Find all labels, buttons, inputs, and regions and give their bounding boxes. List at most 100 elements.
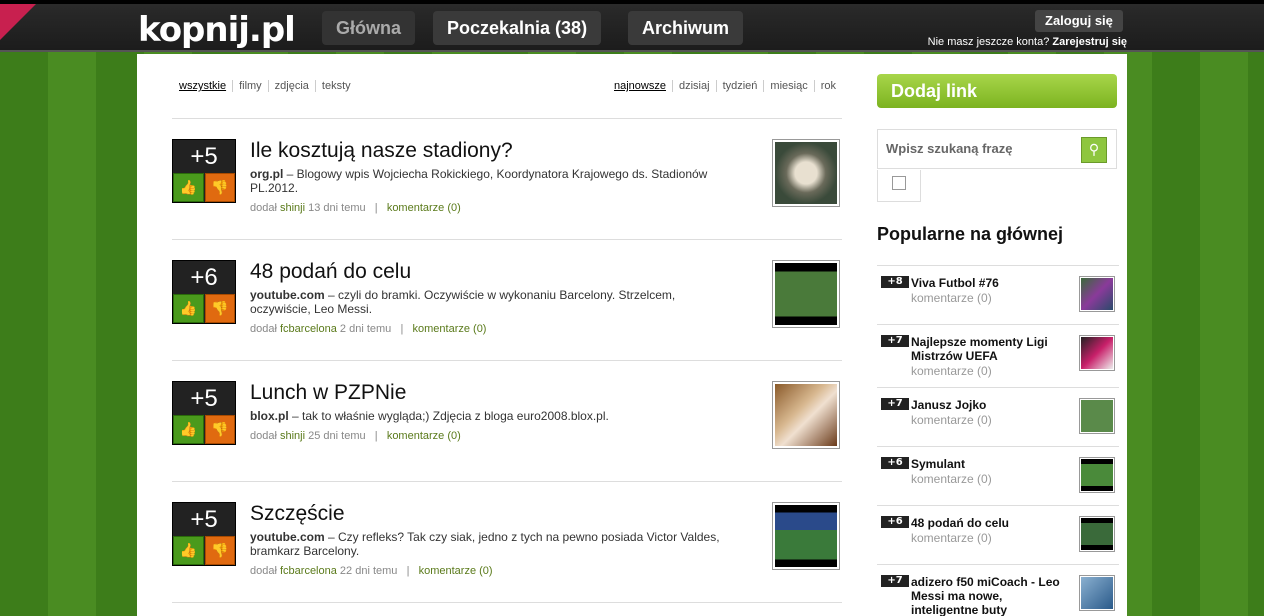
search-box: Wpisz szukaną frazę ⚲ — [877, 129, 1117, 169]
thumbs-down-icon[interactable]: 👎 — [204, 536, 235, 565]
item-thumbnail[interactable] — [772, 139, 840, 207]
vote-count: +5 — [190, 143, 218, 170]
filter-newest[interactable]: najnowsze — [614, 80, 673, 92]
popular-title[interactable]: Najlepsze momenty Ligi Mistrzów UEFA — [911, 335, 1071, 363]
list-divider — [172, 602, 842, 616]
popular-comments[interactable]: komentarze (0) — [911, 291, 992, 305]
nav-archive[interactable]: Archiwum — [628, 11, 744, 45]
item-thumbnail[interactable] — [772, 502, 840, 570]
vote-box: +5 👍 👎 — [172, 502, 236, 566]
popular-comments[interactable]: komentarze (0) — [911, 413, 992, 427]
popular-title[interactable]: Symulant — [911, 457, 1071, 471]
item-thumbnail[interactable] — [772, 260, 840, 328]
item-comments-link[interactable]: komentarze (0) — [419, 565, 493, 577]
item-desc-text: – Blogowy wpis Wojciecha Rokickiego, Koo… — [250, 167, 708, 195]
site-logo[interactable]: kopnij.pl — [138, 10, 296, 50]
item-comments-link[interactable]: komentarze (0) — [413, 323, 487, 335]
popular-score: +8 — [881, 276, 909, 288]
item-source[interactable]: youtube.com — [250, 288, 325, 302]
search-icon[interactable]: ⚲ — [1081, 137, 1107, 163]
item-user[interactable]: fcbarcelona — [280, 323, 337, 335]
filter-photos[interactable]: zdjęcia — [268, 80, 316, 92]
item-source[interactable]: blox.pl — [250, 409, 289, 423]
list-item: +5 👍 👎 Szczęście youtube.com – Czy refle… — [172, 481, 842, 602]
popular-item: +8 Viva Futbol #76 komentarze (0) — [877, 265, 1119, 324]
popular-item: +7 adizero f50 miCoach - Leo Messi ma no… — [877, 564, 1119, 616]
thumbs-up-icon[interactable]: 👍 — [173, 173, 204, 202]
corner-ribbon — [0, 4, 36, 40]
popular-score: +7 — [881, 335, 909, 347]
popular-comments[interactable]: komentarze (0) — [911, 531, 992, 545]
popular-thumbnail[interactable] — [1079, 516, 1115, 552]
thumbs-up-icon[interactable]: 👍 — [173, 294, 204, 323]
vote-count: +5 — [190, 385, 218, 412]
popular-thumbnail[interactable] — [1079, 457, 1115, 493]
item-title[interactable]: Lunch w PZPNie — [250, 381, 406, 405]
popular-thumbnail[interactable] — [1079, 276, 1115, 312]
time-filters: najnowsze dzisiaj tydzień miesiąc rok — [614, 80, 842, 92]
item-title[interactable]: Ile kosztują nasze stadiony? — [250, 139, 513, 163]
popular-thumbnail[interactable] — [1079, 335, 1115, 371]
item-thumbnail[interactable] — [772, 381, 840, 449]
popular-title[interactable]: adizero f50 miCoach - Leo Messi ma nowe,… — [911, 575, 1071, 616]
broken-image-icon — [877, 170, 921, 202]
item-user[interactable]: shinji — [280, 202, 305, 214]
filter-week[interactable]: tydzień — [716, 80, 765, 92]
register-prefix: Nie masz jeszcze konta? — [927, 36, 1050, 48]
list-item: +6 👍 👎 48 podań do celu youtube.com – cz… — [172, 239, 842, 360]
popular-comments[interactable]: komentarze (0) — [911, 364, 992, 378]
nav-main[interactable]: Główna — [322, 11, 416, 45]
item-source[interactable]: org.pl — [250, 167, 283, 181]
filter-year[interactable]: rok — [815, 80, 842, 92]
added-label: dodał — [250, 323, 277, 335]
item-comments-link[interactable]: komentarze (0) — [387, 202, 461, 214]
vote-count: +6 — [190, 264, 218, 291]
item-meta: dodał fcbarcelona 22 dni temu | komentar… — [250, 565, 493, 577]
item-description: org.pl – Blogowy wpis Wojciecha Rokickie… — [250, 167, 730, 195]
popular-item: +6 48 podań do celu komentarze (0) — [877, 505, 1119, 564]
popular-title[interactable]: 48 podań do celu — [911, 516, 1071, 530]
filter-all[interactable]: wszystkie — [179, 80, 234, 92]
add-link-button[interactable]: Dodaj link — [877, 74, 1117, 108]
popular-item: +6 Symulant komentarze (0) — [877, 446, 1119, 505]
nav-waiting-room[interactable]: Poczekalnia (38) — [433, 11, 602, 45]
login-button[interactable]: Zaloguj się — [1035, 10, 1123, 32]
popular-title[interactable]: Janusz Jojko — [911, 398, 1071, 412]
item-time: 22 dni temu — [339, 565, 398, 577]
item-time: 25 dni temu — [308, 430, 366, 442]
item-meta: dodał fcbarcelona 2 dni temu | komentarz… — [250, 323, 487, 335]
popular-score: +7 — [881, 398, 909, 410]
item-time: 13 dni temu — [308, 202, 366, 214]
filter-videos[interactable]: filmy — [233, 80, 269, 92]
popular-comments[interactable]: komentarze (0) — [911, 472, 992, 486]
filter-today[interactable]: dzisiaj — [672, 80, 717, 92]
popular-thumbnail[interactable] — [1079, 575, 1115, 611]
popular-heading: Popularne na głównej — [877, 224, 1064, 244]
thumbs-down-icon[interactable]: 👎 — [204, 173, 235, 202]
popular-thumbnail[interactable] — [1079, 398, 1115, 434]
list-item: +5 👍 👎 Lunch w PZPNie blox.pl – tak to w… — [172, 360, 842, 481]
thumbs-up-icon[interactable]: 👍 — [173, 536, 204, 565]
thumbs-down-icon[interactable]: 👎 — [204, 415, 235, 444]
item-user[interactable]: fcbarcelona — [280, 565, 337, 577]
list-item: +5 👍 👎 Ile kosztują nasze stadiony? org.… — [172, 118, 842, 239]
item-title[interactable]: 48 podań do celu — [250, 260, 411, 284]
popular-title[interactable]: Viva Futbol #76 — [911, 276, 1071, 290]
item-title[interactable]: Szczęście — [250, 502, 345, 526]
item-user[interactable]: shinji — [280, 430, 305, 442]
search-input[interactable]: Wpisz szukaną frazę — [886, 141, 1012, 156]
thumbs-down-icon[interactable]: 👎 — [204, 294, 235, 323]
item-comments-link[interactable]: komentarze (0) — [387, 430, 461, 442]
popular-score: +6 — [881, 457, 909, 469]
thumbs-up-icon[interactable]: 👍 — [173, 415, 204, 444]
filter-month[interactable]: miesiąc — [764, 80, 815, 92]
item-desc-text: – tak to właśnie wygląda;) Zdjęcia z blo… — [288, 409, 609, 423]
popular-item: +7 Najlepsze momenty Ligi Mistrzów UEFA … — [877, 324, 1119, 387]
added-label: dodał — [250, 565, 277, 577]
item-source[interactable]: youtube.com — [250, 530, 325, 544]
register-link[interactable]: Zarejestruj się — [1052, 36, 1127, 48]
popular-score: +6 — [881, 516, 909, 528]
item-description: youtube.com – czyli do bramki. Oczywiści… — [250, 288, 730, 316]
filter-texts[interactable]: teksty — [316, 80, 357, 92]
popular-item: +7 Janusz Jojko komentarze (0) — [877, 387, 1119, 446]
